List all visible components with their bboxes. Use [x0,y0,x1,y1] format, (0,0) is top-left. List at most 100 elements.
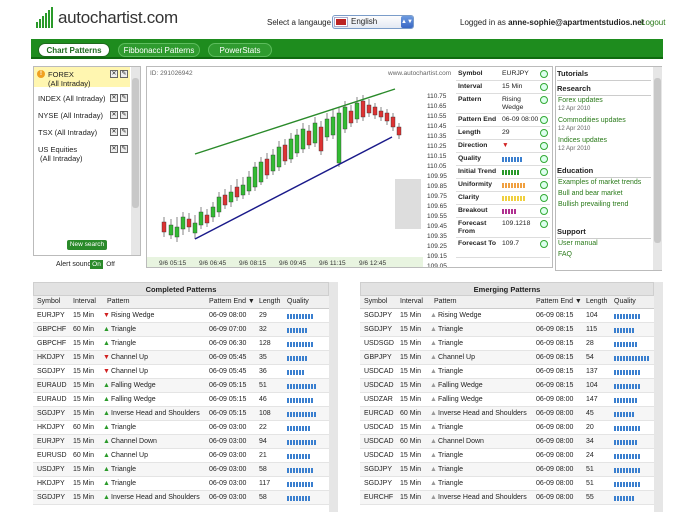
column-header[interactable]: Pattern End ▼ [209,298,255,305]
table-row[interactable]: SGDJPY 15 Min ▼ Channel Up 06-09 05:45 36 [33,365,329,379]
education-link[interactable]: Bullish prevailing trend [558,201,628,208]
research-link[interactable]: Commodities updates [558,117,626,124]
close-icon[interactable]: ✕ [110,128,118,136]
info-icon[interactable] [540,207,548,215]
edit-icon[interactable]: ✎ [120,128,128,136]
table-row[interactable]: USDCAD 15 Min ▲ Triangle 06-09 08:00 24 [360,449,654,463]
education-link[interactable]: Examples of market trends [558,179,641,186]
table-row[interactable]: SGDJPY 15 Min ▲ Triangle 06-09 08:00 51 [360,463,654,477]
logout-link[interactable]: Logout [641,18,665,27]
table-cell: 60 Min [73,326,95,333]
table-row[interactable]: HKDJPY 15 Min ▲ Triangle 06-09 03:00 117 [33,477,329,491]
table-cell: USDZAR [364,396,393,403]
table-row[interactable]: GBPCHF 15 Min ▲ Triangle 06-09 06:30 128 [33,337,329,351]
table-row[interactable]: SGDJPY 15 Min ▲ Inverse Head and Shoulders 0… [33,491,329,505]
table-row[interactable]: USDCAD 15 Min ▲ Triangle 06-09 08:15 137 [360,365,654,379]
rating-bars [502,196,526,203]
dropdown-arrow-icon[interactable]: ▲▼ [401,16,413,28]
info-value: 109.7 [502,240,520,247]
support-link[interactable]: FAQ [558,251,572,258]
support-link[interactable]: User manual [558,240,598,247]
table-row[interactable]: EURUSD 60 Min ▲ Channel Up 06-09 03:00 21 [33,449,329,463]
table-row[interactable]: SGDJPY 15 Min ▲ Rising Wedge 06-09 08:15 104 [360,309,654,323]
table-row[interactable]: USDCAD 15 Min ▲ Falling Wedge 06-09 08:15 104 [360,379,654,393]
price-chart[interactable]: 9/6 05:15 9/6 06:45 9/6 08:15 9/6 09:45 9/6 … [147,67,453,267]
left-scrollbar-thumb[interactable] [132,78,139,208]
info-icon[interactable] [540,83,548,91]
column-header[interactable]: Length [259,298,280,305]
table-row[interactable]: USDSGD 15 Min ▲ Triangle 06-09 08:15 28 [360,337,654,351]
table-cell: 94 [259,438,267,445]
candle [342,106,348,130]
edit-icon[interactable]: ✎ [120,94,128,102]
emerging-scrollbar[interactable] [654,282,663,512]
table-row[interactable]: EURAUD 15 Min ▲ Falling Wedge 06-09 05:15 46 [33,393,329,407]
quality-bars [287,496,311,503]
alert-on-toggle[interactable]: On [90,260,103,269]
table-row[interactable]: EURJPY 15 Min ▼ Rising Wedge 06-09 08:00 29 [33,309,329,323]
completed-scrollbar[interactable] [329,282,338,512]
table-row[interactable]: EURJPY 15 Min ▲ Channel Down 06-09 03:00 94 [33,435,329,449]
new-search-button[interactable]: New search [67,240,107,250]
info-icon[interactable] [540,70,548,78]
table-row[interactable]: HKDJPY 60 Min ▲ Triangle 06-09 03:00 22 [33,421,329,435]
research-link[interactable]: Forex updates [558,97,603,104]
info-icon[interactable] [540,220,548,228]
right-scrollbar-thumb[interactable] [654,78,661,243]
tab-fibonacci-patterns[interactable]: Fibbonacci Patterns [118,43,200,57]
table-cell: 06-09 08:00 [536,452,574,459]
arrow-flat-icon: ▲ [430,466,437,473]
table-row[interactable]: SGDJPY 15 Min ▲ Triangle 06-09 08:15 115 [360,323,654,337]
column-header[interactable]: Quality [614,298,636,305]
research-link[interactable]: Indices updates [558,137,607,144]
table-row[interactable]: USDCAD 15 Min ▲ Triangle 06-09 08:00 20 [360,421,654,435]
table-cell: SGDJPY [37,410,66,417]
table-row[interactable]: GBPJPY 15 Min ▲ Channel Up 06-09 08:15 54 [360,351,654,365]
table-row[interactable]: USDZAR 15 Min ▲ Falling Wedge 06-09 08:00 147 [360,393,654,407]
alert-off-toggle[interactable]: Off [104,260,117,269]
column-header[interactable]: Symbol [364,298,387,305]
column-header[interactable]: Pattern [434,298,457,305]
table-row[interactable]: USDJPY 15 Min ▲ Triangle 06-09 03:00 58 [33,463,329,477]
column-header[interactable]: Interval [73,298,96,305]
candle [186,218,192,228]
info-icon[interactable] [540,155,548,163]
tab-powerstats[interactable]: PowerStats [208,43,272,57]
table-cell: 45 [586,410,594,417]
table-row[interactable]: HKDJPY 15 Min ▼ Channel Up 06-09 05:45 35 [33,351,329,365]
table-row[interactable]: EURCHF 15 Min ▲ Inverse Head and Shoulders 0… [360,491,654,505]
edit-icon[interactable]: ✎ [120,111,128,119]
table-row[interactable]: SGDJPY 15 Min ▲ Inverse Head and Shoulders 0… [33,407,329,421]
info-icon[interactable] [540,142,548,150]
close-icon[interactable]: ✕ [110,145,118,153]
close-icon[interactable]: ✕ [110,70,118,78]
column-header[interactable]: Interval [400,298,423,305]
info-icon[interactable] [540,116,548,124]
info-icon[interactable] [540,240,548,248]
edit-icon[interactable]: ✎ [120,145,128,153]
column-header[interactable]: Pattern End ▼ [536,298,582,305]
table-row[interactable]: EURCAD 60 Min ▲ Inverse Head and Shoulders 0… [360,407,654,421]
table-row[interactable]: SGDJPY 15 Min ▲ Triangle 06-09 08:00 51 [360,477,654,491]
candle [252,166,258,188]
tab-chart-patterns[interactable]: Chart Patterns [38,43,110,57]
education-link[interactable]: Bull and bear market [558,190,623,197]
column-header[interactable]: Pattern [107,298,130,305]
table-cell: Inverse Head and Shoulders [111,410,200,417]
table-row[interactable]: USDCAD 60 Min ▲ Channel Down 06-09 08:00 34 [360,435,654,449]
info-icon[interactable] [540,96,548,104]
column-header[interactable]: Symbol [37,298,60,305]
table-row[interactable]: EURAUD 15 Min ▲ Falling Wedge 06-09 05:15 51 [33,379,329,393]
table-cell: USDCAD [364,382,394,389]
column-header[interactable]: Quality [287,298,309,305]
info-icon[interactable] [540,168,548,176]
column-header[interactable]: Length [586,298,607,305]
info-icon[interactable] [540,181,548,189]
info-icon[interactable] [540,194,548,202]
table-cell: 15 Min [73,368,95,375]
close-icon[interactable]: ✕ [110,94,118,102]
table-row[interactable]: GBPCHF 60 Min ▲ Triangle 06-09 07:00 32 [33,323,329,337]
edit-icon[interactable]: ✎ [120,70,128,78]
info-icon[interactable] [540,129,548,137]
close-icon[interactable]: ✕ [110,111,118,119]
